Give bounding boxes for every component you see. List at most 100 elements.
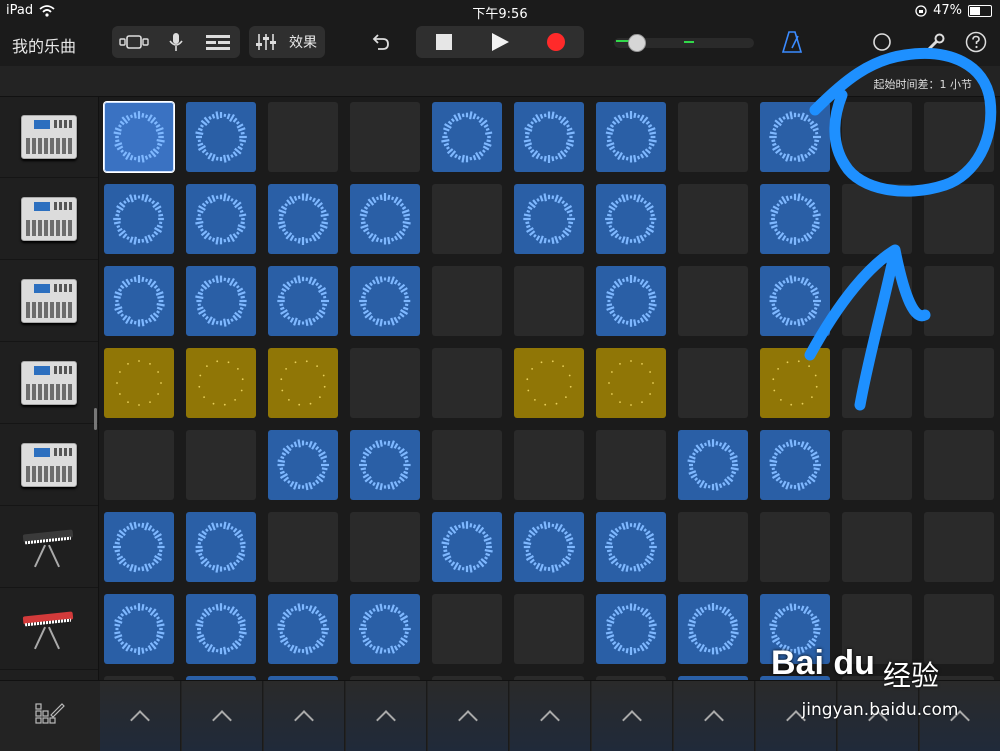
empty-cell[interactable] [678, 184, 748, 254]
track-header[interactable] [0, 261, 98, 342]
track-header[interactable] [0, 507, 98, 588]
empty-cell[interactable] [104, 430, 174, 500]
play-button[interactable] [472, 26, 528, 58]
loop-cell[interactable] [268, 430, 338, 500]
column-trigger-button[interactable] [264, 681, 345, 751]
empty-cell[interactable] [924, 512, 994, 582]
loop-cell[interactable] [104, 184, 174, 254]
empty-cell[interactable] [432, 266, 502, 336]
column-trigger-button[interactable] [510, 681, 591, 751]
empty-cell[interactable] [350, 512, 420, 582]
loop-cell[interactable] [514, 102, 584, 172]
loop-cell[interactable] [432, 512, 502, 582]
empty-cell[interactable] [924, 430, 994, 500]
column-trigger-button[interactable] [674, 681, 755, 751]
empty-cell[interactable] [268, 102, 338, 172]
column-trigger-button[interactable] [428, 681, 509, 751]
loop-cell[interactable] [760, 266, 830, 336]
empty-cell[interactable] [268, 512, 338, 582]
loop-cell[interactable] [104, 348, 174, 418]
loop-cell[interactable] [760, 348, 830, 418]
loop-cell[interactable] [596, 594, 666, 664]
loop-cell[interactable] [186, 266, 256, 336]
track-header[interactable] [0, 343, 98, 424]
empty-cell[interactable] [432, 348, 502, 418]
stop-button[interactable] [416, 26, 472, 58]
loop-cell[interactable] [678, 430, 748, 500]
empty-cell[interactable] [842, 348, 912, 418]
loop-cell[interactable] [596, 512, 666, 582]
empty-cell[interactable] [186, 430, 256, 500]
loop-cell[interactable] [514, 512, 584, 582]
empty-cell[interactable] [432, 184, 502, 254]
empty-cell[interactable] [842, 512, 912, 582]
empty-cell[interactable] [924, 266, 994, 336]
column-trigger-button[interactable] [182, 681, 263, 751]
track-header[interactable] [0, 179, 98, 260]
loop-cell[interactable] [596, 266, 666, 336]
loop-cell[interactable] [514, 184, 584, 254]
microphone-button[interactable] [156, 26, 196, 58]
loop-cell[interactable] [104, 266, 174, 336]
resize-handle[interactable] [94, 408, 97, 430]
live-loops-view-button[interactable] [112, 26, 156, 58]
loop-cell[interactable] [596, 348, 666, 418]
empty-cell[interactable] [678, 512, 748, 582]
loop-cell[interactable] [268, 266, 338, 336]
loop-cell[interactable] [104, 594, 174, 664]
loop-cell[interactable] [268, 594, 338, 664]
loop-cell[interactable] [678, 594, 748, 664]
empty-cell[interactable] [514, 594, 584, 664]
empty-cell[interactable] [842, 594, 912, 664]
loop-cell[interactable] [514, 348, 584, 418]
empty-cell[interactable] [924, 184, 994, 254]
loop-cell[interactable] [186, 512, 256, 582]
empty-cell[interactable] [514, 430, 584, 500]
loop-cell[interactable] [104, 102, 174, 172]
empty-cell[interactable] [842, 266, 912, 336]
undo-button[interactable] [364, 26, 396, 58]
loop-cell[interactable] [268, 184, 338, 254]
loop-browser-button[interactable] [868, 26, 896, 58]
help-button[interactable] [962, 26, 990, 58]
loop-cell[interactable] [186, 348, 256, 418]
metronome-button[interactable] [778, 26, 806, 58]
column-trigger-button[interactable] [756, 681, 837, 751]
loop-cell[interactable] [268, 348, 338, 418]
loop-cell[interactable] [760, 594, 830, 664]
mixer-button[interactable] [249, 26, 283, 58]
empty-cell[interactable] [924, 348, 994, 418]
loop-cell[interactable] [432, 102, 502, 172]
empty-cell[interactable] [842, 102, 912, 172]
tracks-view-button[interactable] [196, 26, 240, 58]
empty-cell[interactable] [678, 266, 748, 336]
empty-cell[interactable] [350, 348, 420, 418]
loop-cell[interactable] [596, 102, 666, 172]
record-button[interactable] [528, 26, 584, 58]
column-trigger-button[interactable] [592, 681, 673, 751]
empty-cell[interactable] [678, 348, 748, 418]
empty-cell[interactable] [842, 430, 912, 500]
empty-cell[interactable] [760, 512, 830, 582]
loop-cell[interactable] [350, 430, 420, 500]
loop-cell[interactable] [186, 184, 256, 254]
volume-knob[interactable] [628, 34, 646, 52]
track-header[interactable] [0, 425, 98, 506]
edit-cells-button[interactable] [20, 695, 80, 735]
loop-cell[interactable] [760, 430, 830, 500]
empty-cell[interactable] [678, 102, 748, 172]
loop-cell[interactable] [104, 512, 174, 582]
loop-cell[interactable] [350, 184, 420, 254]
empty-cell[interactable] [432, 430, 502, 500]
column-trigger-button[interactable] [838, 681, 919, 751]
empty-cell[interactable] [432, 594, 502, 664]
empty-cell[interactable] [350, 102, 420, 172]
empty-cell[interactable] [924, 594, 994, 664]
loop-cell[interactable] [186, 102, 256, 172]
column-trigger-button[interactable] [100, 681, 181, 751]
empty-cell[interactable] [596, 430, 666, 500]
track-header[interactable] [0, 97, 98, 178]
column-trigger-button[interactable] [920, 681, 1000, 751]
settings-button[interactable] [922, 26, 950, 58]
empty-cell[interactable] [514, 266, 584, 336]
